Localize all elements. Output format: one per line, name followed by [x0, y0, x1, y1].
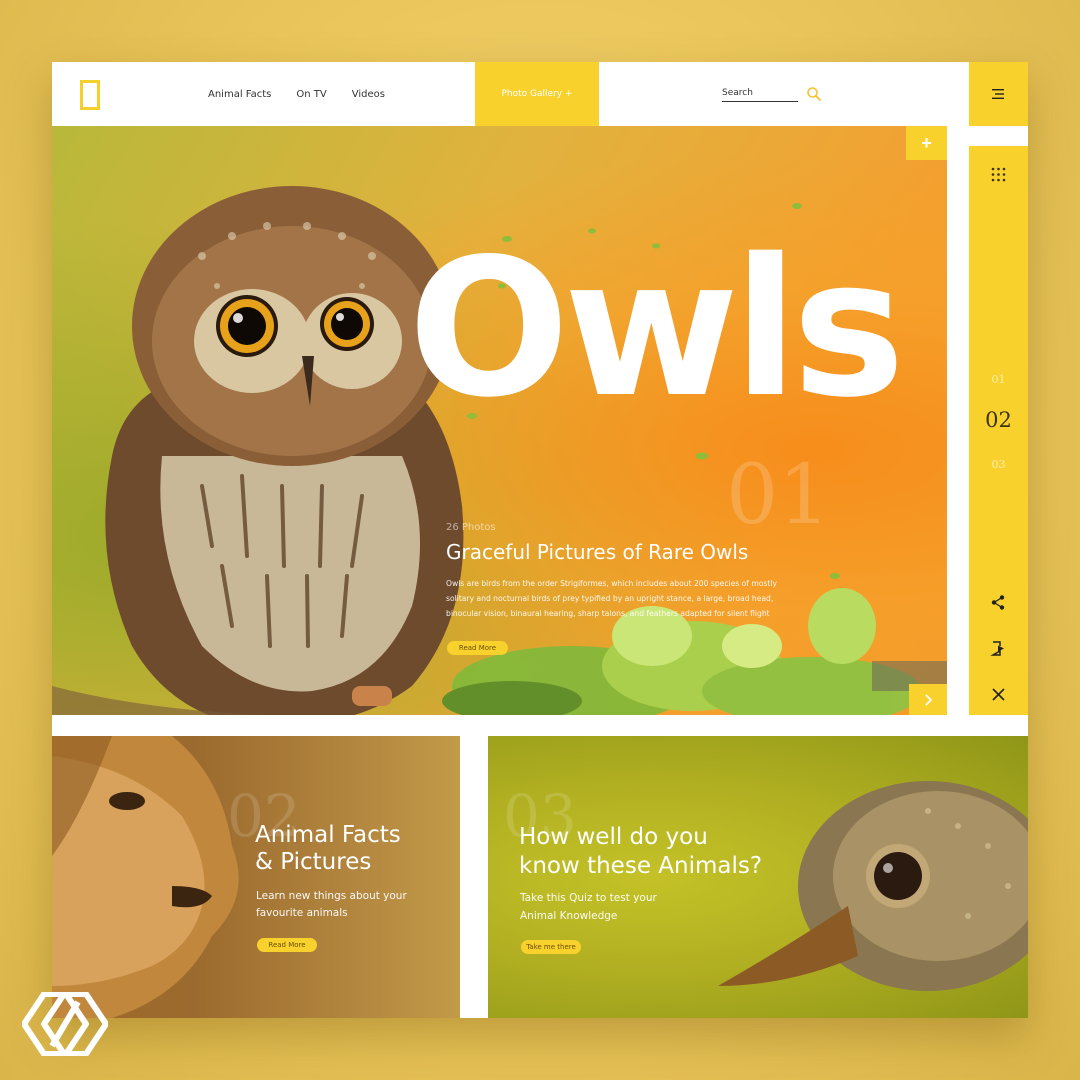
- logo-icon[interactable]: [80, 80, 100, 110]
- card-title-line2: & Pictures: [255, 849, 372, 875]
- take-me-there-button[interactable]: Take me there: [521, 940, 581, 954]
- search-input[interactable]: Search: [722, 88, 798, 102]
- menu-icon: [991, 89, 1004, 99]
- slide-number-1[interactable]: 01: [969, 373, 1028, 386]
- right-rail: 01 02 03: [969, 146, 1028, 715]
- card-title-line1: How well do you: [519, 824, 708, 850]
- lion-illustration: [52, 736, 239, 1018]
- photo-count: 26 Photos: [446, 522, 496, 533]
- card-desc-line2: favourite animals: [256, 907, 348, 919]
- header: Animal Facts On TV Videos Photo Gallery …: [52, 62, 1028, 126]
- chevron-right-icon: [925, 693, 933, 706]
- menu-button[interactable]: [969, 62, 1028, 126]
- rail-spacer: [969, 126, 1028, 142]
- card-desc-line1: Learn new things about your: [256, 890, 407, 902]
- card-animal-facts[interactable]: 02 Animal Facts & Pictures Learn new thi…: [52, 736, 460, 1018]
- nav-animal-facts[interactable]: Animal Facts: [208, 89, 271, 100]
- card-title-line1: Animal Facts: [255, 822, 401, 848]
- share-icon[interactable]: [990, 594, 1007, 611]
- read-more-button[interactable]: Read More: [257, 938, 317, 952]
- read-more-button[interactable]: Read More: [447, 641, 508, 655]
- photo-gallery-tab[interactable]: Photo Gallery +: [475, 62, 599, 126]
- watermark-logo: [22, 992, 108, 1056]
- slide-number-2[interactable]: 02: [969, 408, 1028, 432]
- plus-button[interactable]: +: [906, 126, 947, 160]
- card-title-line2: know these Animals?: [519, 853, 763, 879]
- hero-big-title: Owls: [408, 218, 905, 439]
- hero-description: Owls are birds from the order Strigiform…: [446, 579, 777, 618]
- card-quiz[interactable]: 03 How well do you know these Animals? T…: [488, 736, 1028, 1018]
- close-icon[interactable]: [990, 686, 1007, 703]
- page-frame: Animal Facts On TV Videos Photo Gallery …: [52, 62, 1028, 1018]
- card-desc-line1: Take this Quiz to test your: [520, 892, 657, 904]
- grid-dots-icon[interactable]: [990, 166, 1007, 183]
- search-icon[interactable]: [806, 86, 822, 102]
- main-nav: Animal Facts On TV Videos: [208, 62, 410, 126]
- logout-icon[interactable]: [990, 640, 1007, 657]
- hero-slide: Owls 01 26 Photos Graceful Pictures of R…: [52, 126, 947, 715]
- hero-heading: Graceful Pictures of Rare Owls: [446, 540, 749, 564]
- hero-bg-number: 01: [726, 448, 831, 543]
- nav-videos[interactable]: Videos: [352, 89, 385, 100]
- plus-icon: +: [921, 132, 932, 153]
- nav-on-tv[interactable]: On TV: [296, 89, 326, 100]
- next-slide-button[interactable]: [909, 684, 947, 715]
- slide-number-3[interactable]: 03: [969, 458, 1028, 471]
- card-desc-line2: Animal Knowledge: [520, 910, 618, 922]
